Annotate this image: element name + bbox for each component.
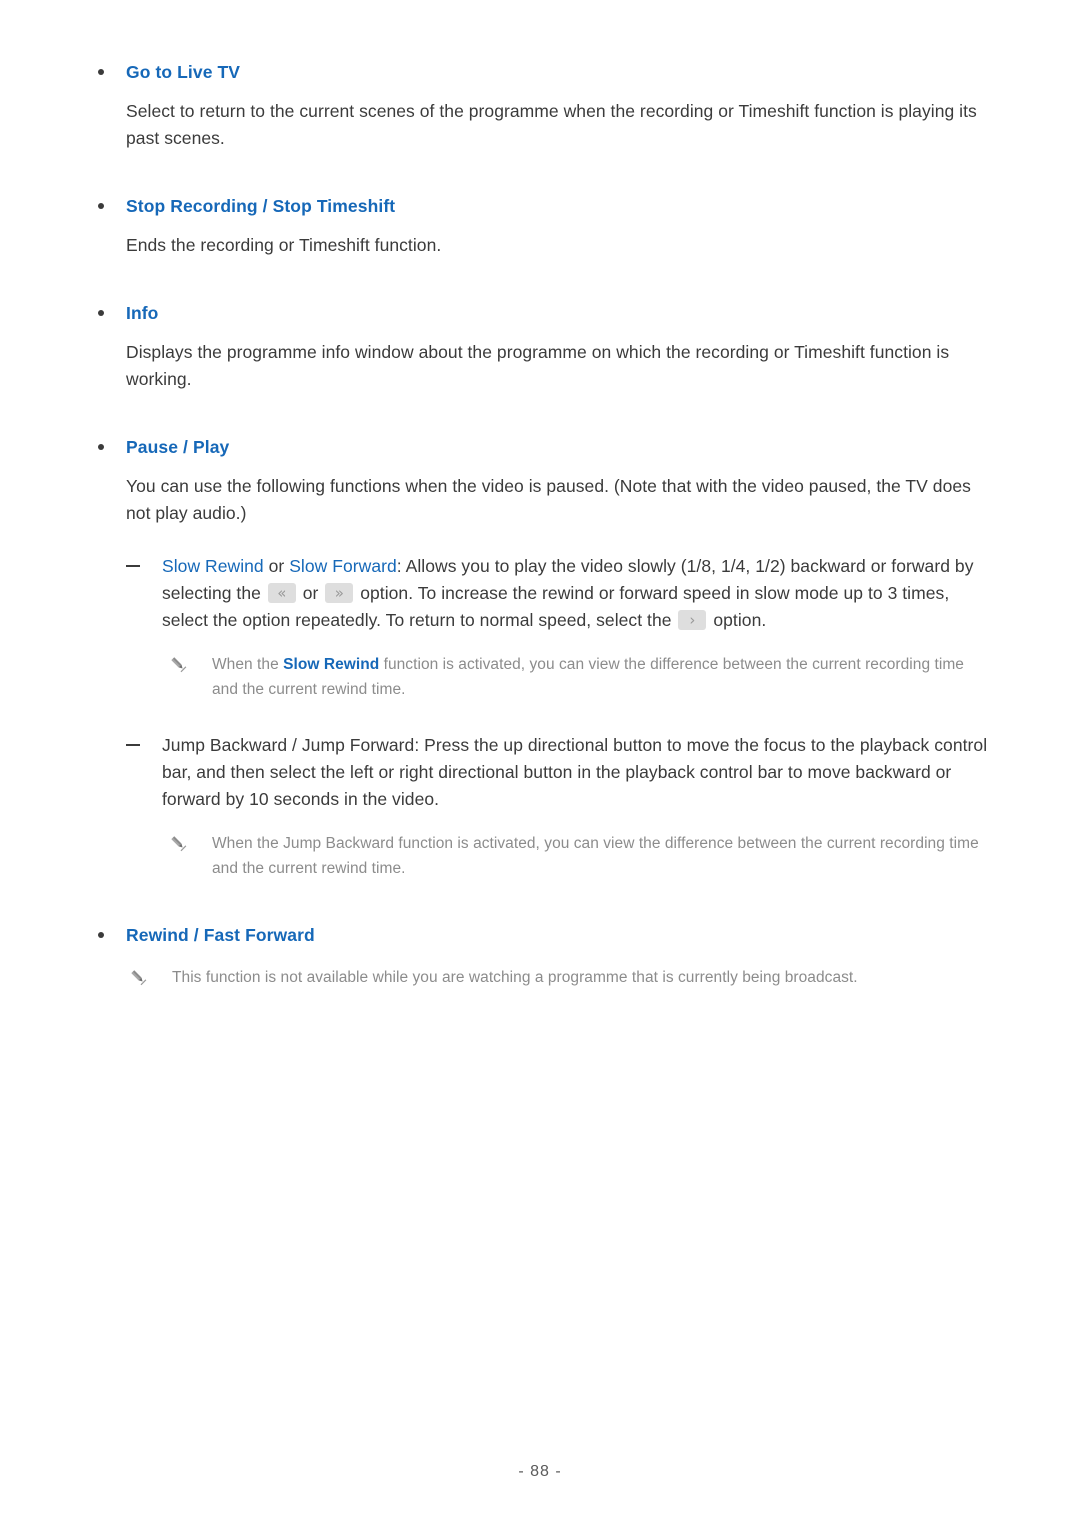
section-title-alt: Fast Forward	[203, 925, 315, 945]
section-body-info: Displays the programme info window about…	[126, 342, 950, 389]
section-body-pause-play: You can use the following functions when…	[126, 476, 971, 523]
bullet-dot-icon	[98, 932, 104, 938]
section-title: Info	[126, 301, 994, 325]
note-slow-rewind: When the Slow Rewind function is activat…	[164, 652, 994, 702]
note-text: This function is not available while you…	[172, 969, 858, 986]
section-title-main: Info	[126, 303, 159, 323]
sub-item-text: Jump Backward / Jump Forward: Press the …	[162, 735, 988, 809]
section-title-separator: /	[188, 925, 204, 945]
bullet-dot-icon	[98, 203, 104, 209]
section-go-to-live-tv: Go to Live TV	[86, 60, 994, 84]
page-number: - 88 -	[518, 1463, 562, 1480]
section-title-main: Rewind	[126, 925, 189, 945]
section-title: Pause / Play	[126, 435, 994, 459]
dash-bullet-icon	[126, 565, 140, 567]
sub-item-jump-backward: Jump Backward / Jump Forward: Press the …	[126, 732, 994, 813]
term-slow-rewind: Slow Rewind	[162, 556, 264, 576]
bullet-dot-icon	[98, 310, 104, 316]
section-title-main: Go to Live TV	[126, 62, 241, 82]
note-rewind-unavailable: This function is not available while you…	[124, 965, 994, 990]
dash-bullet-icon	[126, 744, 140, 746]
section-title-separator: /	[178, 437, 193, 457]
bullet-dot-icon	[98, 69, 104, 75]
section-title-alt: Play	[192, 437, 230, 457]
fast-forward-icon[interactable]: »	[325, 583, 354, 603]
bullet-dot-icon	[98, 444, 104, 450]
sub-item-slow-rewind: Slow Rewind or Slow Forward: Allows you …	[126, 553, 994, 634]
note-text: When the Jump Backward function is activ…	[212, 835, 979, 877]
sub-item-text-4: option.	[708, 610, 767, 630]
note-text-before: When the	[212, 656, 284, 673]
play-icon[interactable]: ›	[678, 610, 707, 630]
term-joiner: or	[263, 556, 290, 576]
section-body-go-to-live-tv: Select to return to the current scenes o…	[126, 101, 977, 148]
section-title-main: Pause	[126, 437, 179, 457]
pencil-icon	[168, 654, 188, 674]
note-jump-backward: When the Jump Backward function is activ…	[164, 831, 994, 881]
pencil-icon	[168, 833, 188, 853]
section-pause-play: Pause / Play	[86, 435, 994, 459]
section-title-separator: /	[257, 196, 273, 216]
term-slow-forward: Slow Forward	[289, 556, 397, 576]
section-stop-recording: Stop Recording / Stop Timeshift	[86, 194, 994, 218]
section-rewind-fast-forward: Rewind / Fast Forward	[86, 923, 994, 947]
rewind-icon[interactable]: «	[267, 583, 296, 603]
section-info: Info	[86, 301, 994, 325]
section-title: Rewind / Fast Forward	[126, 923, 994, 947]
note-highlight-slow-rewind: Slow Rewind	[283, 656, 380, 673]
section-body-stop-recording: Ends the recording or Timeshift function…	[126, 235, 442, 255]
sub-item-text-2: or	[297, 583, 324, 603]
section-title: Stop Recording / Stop Timeshift	[126, 194, 994, 218]
manual-page: Go to Live TV Select to return to the cu…	[0, 0, 1080, 1527]
section-title-main: Stop Recording	[126, 196, 258, 216]
pencil-icon	[128, 967, 148, 987]
section-title: Go to Live TV	[126, 60, 994, 84]
section-title-alt: Stop Timeshift	[272, 196, 396, 216]
